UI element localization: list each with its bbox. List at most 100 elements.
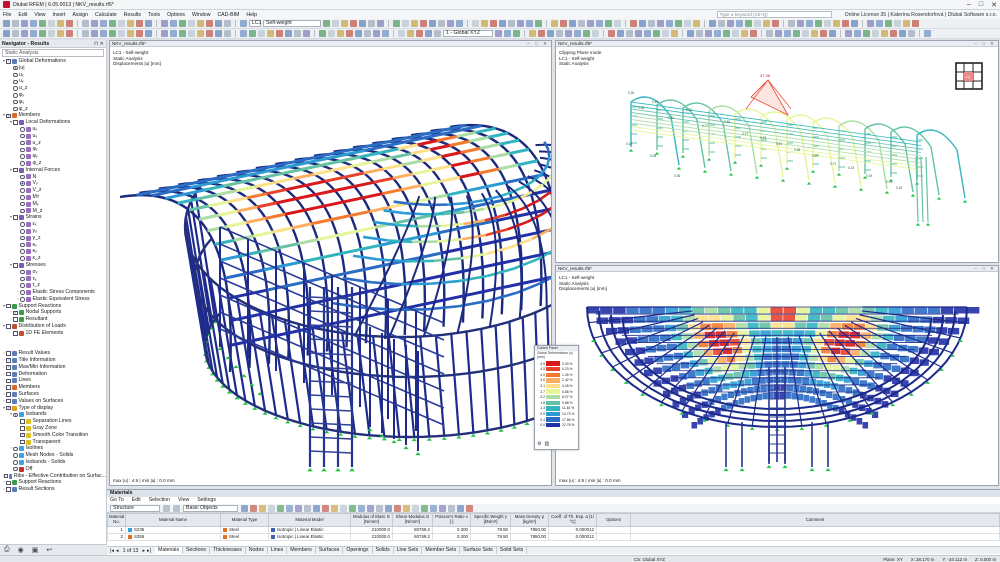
menu-help[interactable]: Help bbox=[246, 12, 257, 18]
toolbar-tool-icon[interactable] bbox=[639, 20, 646, 27]
poisson-ratio[interactable]: 0.300 bbox=[432, 526, 471, 534]
checkbox[interactable] bbox=[20, 426, 25, 431]
radio-button[interactable] bbox=[13, 412, 18, 418]
nav-item[interactable]: 1D FE Elements bbox=[0, 330, 106, 337]
toolbar-tool-icon[interactable] bbox=[644, 30, 651, 37]
toolbar-tool-icon[interactable] bbox=[569, 20, 576, 27]
nav-item[interactable]: › Deformation bbox=[0, 371, 106, 378]
toolbar-tool-icon[interactable] bbox=[402, 20, 409, 27]
nav-item[interactable]: Transparent bbox=[0, 439, 106, 446]
toolbar-tool-icon[interactable] bbox=[718, 20, 725, 27]
nav-item[interactable]: Isobands - Solids bbox=[0, 459, 106, 466]
tab-surface-sets[interactable]: Surface Sets bbox=[460, 547, 497, 554]
toolbar-tool-icon[interactable] bbox=[605, 20, 612, 27]
toolbar-tool-icon[interactable] bbox=[908, 30, 915, 37]
toolbar-tool-icon[interactable] bbox=[224, 30, 231, 37]
toolbar-tool-icon[interactable] bbox=[824, 20, 831, 27]
toolbar-tool-icon[interactable] bbox=[727, 20, 734, 27]
toolbar-tool-icon[interactable] bbox=[903, 20, 910, 27]
table-tool-icon[interactable] bbox=[268, 504, 275, 512]
toolbar-tool-icon[interactable] bbox=[662, 30, 669, 37]
toolbar-tool-icon[interactable] bbox=[714, 30, 721, 37]
nav-item[interactable]: |u| bbox=[0, 65, 106, 72]
menu-insert[interactable]: Insert bbox=[52, 12, 65, 18]
toolbar-tool-icon[interactable] bbox=[894, 20, 901, 27]
radio-button[interactable] bbox=[20, 174, 25, 180]
toolbar-tool-icon[interactable] bbox=[635, 30, 642, 37]
toolbar-tool-icon[interactable] bbox=[197, 20, 204, 27]
toolbar-tool-icon[interactable] bbox=[772, 20, 779, 27]
toolbar-tool-icon[interactable] bbox=[100, 30, 107, 37]
toolbar-tool-icon[interactable] bbox=[21, 20, 28, 27]
toolbar-tool-icon[interactable] bbox=[136, 20, 143, 27]
toolbar-tool-icon[interactable] bbox=[587, 20, 594, 27]
checkbox[interactable] bbox=[20, 419, 25, 424]
nav-item[interactable]: φᵧ bbox=[0, 99, 106, 106]
column-header[interactable]: Mass Density ρ [kg/m³] bbox=[510, 513, 549, 527]
toolbar-tool-icon[interactable] bbox=[161, 30, 168, 37]
materials-menu-item[interactable]: Settings bbox=[197, 497, 216, 504]
data-nav-icon[interactable]: ⎙ bbox=[4, 546, 10, 554]
material-model[interactable]: Isotropic | Linear Elastic bbox=[268, 526, 351, 534]
toolbar-tool-icon[interactable] bbox=[303, 30, 310, 37]
nav-item[interactable]: › Surfaces bbox=[0, 391, 106, 398]
toolbar-tool-icon[interactable] bbox=[596, 20, 603, 27]
toolbar-tool-icon[interactable] bbox=[100, 20, 107, 27]
toolbar-tool-icon[interactable] bbox=[750, 30, 757, 37]
toolbar-tool-icon[interactable] bbox=[382, 30, 389, 37]
toolbar-tool-icon[interactable] bbox=[845, 30, 852, 37]
thermal-expansion[interactable]: 0.000012 bbox=[548, 526, 597, 534]
toolbar-tool-icon[interactable] bbox=[490, 20, 497, 27]
toolbar-tool-icon[interactable] bbox=[547, 30, 554, 37]
radio-button[interactable] bbox=[13, 466, 18, 472]
toolbar-tool-icon[interactable] bbox=[91, 20, 98, 27]
column-header[interactable]: Poisson's Ratio ν [-] bbox=[432, 513, 471, 527]
thermal-expansion[interactable]: 0.000012 bbox=[548, 533, 597, 541]
table-tool-icon[interactable] bbox=[421, 504, 428, 512]
toolbar-tool-icon[interactable] bbox=[434, 30, 441, 37]
toolbar-tool-icon[interactable] bbox=[472, 20, 479, 27]
nav-item[interactable]: › Values on Surfaces bbox=[0, 398, 106, 405]
toolbar-tool-icon[interactable] bbox=[346, 30, 353, 37]
maximize-icon[interactable]: □ bbox=[979, 1, 983, 9]
radio-button[interactable] bbox=[20, 188, 25, 193]
prev-page-icon[interactable]: ◂ bbox=[116, 548, 119, 554]
toolbar-tool-icon[interactable] bbox=[763, 20, 770, 27]
column-header[interactable]: Specific Weight γ [kN/m³] bbox=[470, 513, 511, 527]
toolbar-tool-icon[interactable] bbox=[364, 30, 371, 37]
nav-item[interactable]: u_z bbox=[0, 85, 106, 92]
search-input[interactable]: Type a keyword (Alt+Q) bbox=[716, 11, 832, 18]
results-nav-icon[interactable]: ↩ bbox=[46, 546, 52, 554]
nav-item[interactable]: φₓ bbox=[0, 146, 106, 153]
toolbar-tool-icon[interactable] bbox=[118, 30, 125, 37]
toolbar-tool-icon[interactable] bbox=[398, 30, 405, 37]
toolbar-tool-icon[interactable] bbox=[617, 30, 624, 37]
nav-item[interactable]: φᵧ bbox=[0, 153, 106, 160]
nav-item[interactable]: γᵧ bbox=[0, 228, 106, 235]
toolbar-tool-icon[interactable] bbox=[881, 30, 888, 37]
toolbar-tool-icon[interactable] bbox=[745, 20, 752, 27]
mass-density[interactable]: 7850.00 bbox=[510, 533, 549, 541]
nav-item[interactable]: σₓ bbox=[0, 269, 106, 276]
nav-item[interactable]: uₓ bbox=[0, 126, 106, 133]
column-header[interactable]: Material No. bbox=[107, 513, 126, 527]
nav-item[interactable]: ▾Members bbox=[0, 112, 106, 119]
checkbox[interactable] bbox=[6, 385, 11, 390]
toolbar-tool-icon[interactable] bbox=[118, 20, 125, 27]
toolbar-tool-icon[interactable] bbox=[653, 30, 660, 37]
toolbar-tool-icon[interactable] bbox=[12, 30, 19, 37]
toolbar-tool-icon[interactable] bbox=[513, 30, 520, 37]
radio-button[interactable] bbox=[20, 140, 25, 146]
nav-item[interactable]: uᵧ bbox=[0, 78, 106, 85]
nav-item[interactable]: τᵧ bbox=[0, 276, 106, 283]
toolbar-tool-icon[interactable] bbox=[574, 30, 581, 37]
nav-item[interactable]: ▾ Strains bbox=[0, 214, 106, 221]
checkbox[interactable] bbox=[6, 58, 11, 64]
toolbar-tool-icon[interactable] bbox=[657, 20, 664, 27]
toolbar-tool-icon[interactable] bbox=[206, 30, 213, 37]
toolbar-tool-icon[interactable] bbox=[197, 30, 204, 37]
toolbar-tool-icon[interactable] bbox=[526, 20, 533, 27]
legend-settings-icon[interactable]: ⚙ bbox=[537, 441, 541, 447]
table-row[interactable]: 2 S355 Steel Isotropic | Linear Elastic 2100… bbox=[107, 533, 1000, 541]
nav-item[interactable]: Mesh Nodes - Solids bbox=[0, 452, 106, 459]
